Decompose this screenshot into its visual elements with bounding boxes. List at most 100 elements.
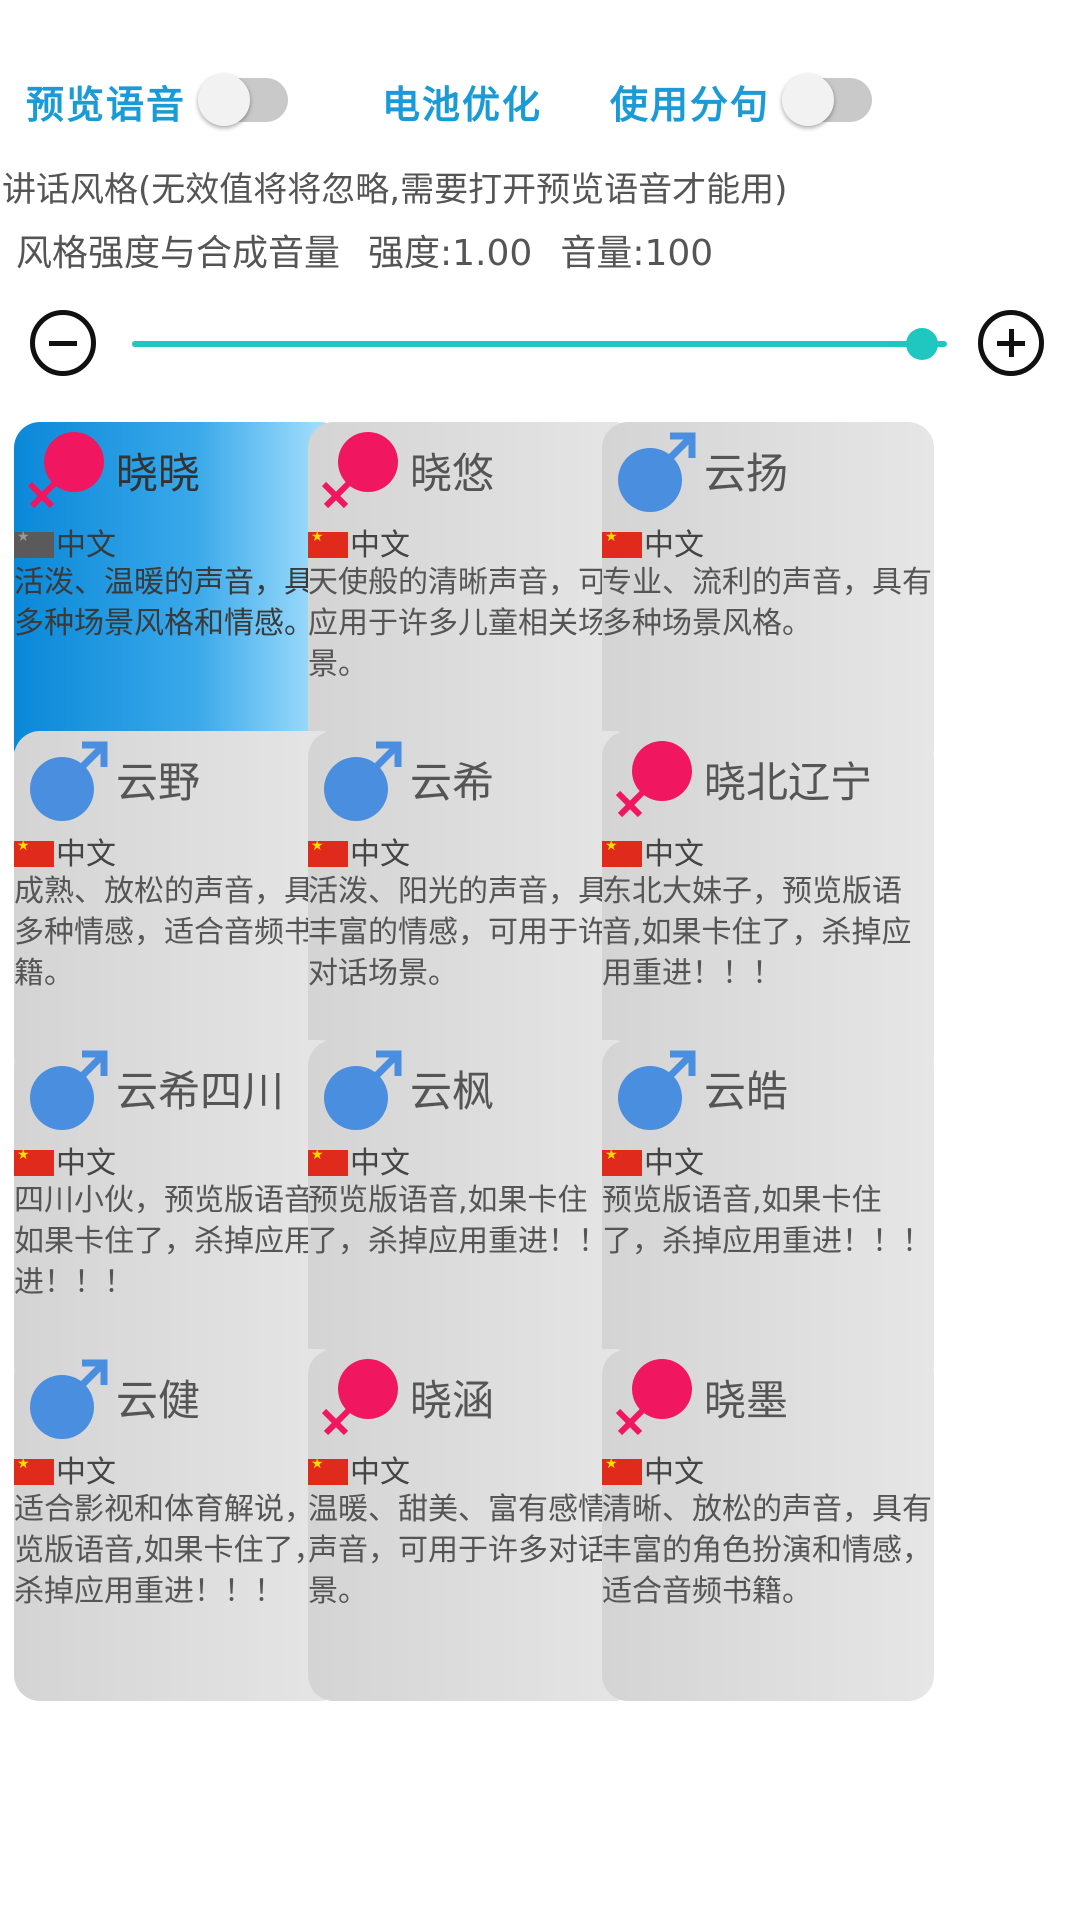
voice-language-text: 中文 [644,1146,704,1181]
toggle-knob [198,74,250,126]
male-icon [610,428,700,518]
preview-voice-label: 预览语音 [26,83,187,127]
voice-card[interactable]: 云希四川中文四川小伙，预览版语音,如果卡住了，杀掉应用重进！！！ [14,1040,346,1392]
female-icon [22,428,112,518]
china-flag-icon [14,1456,54,1485]
voice-language: 中文 [14,829,116,873]
voice-card[interactable]: 云野中文成熟、放松的声音，具有多种情感，适合音频书籍。 [14,731,346,1083]
voice-language-text: 中文 [644,1455,704,1490]
voice-language-text: 中文 [56,1455,116,1490]
voice-name: 云野 [116,758,201,807]
voice-name: 晓悠 [410,449,495,498]
decrease-button[interactable] [30,310,96,376]
voice-language: 中文 [602,520,704,564]
voice-description: 适合影视和体育解说，预览版语音,如果卡住了，杀掉应用重进！！！ [14,1492,344,1609]
strength-slider-thumb[interactable] [906,328,938,360]
female-icon [316,428,406,518]
strength-value: 强度:1.00 [368,233,533,274]
voice-language: 中文 [308,1138,410,1182]
male-icon [610,1046,700,1136]
strength-slider-row [0,310,1080,390]
top-options-bar: 预览语音 电池优化 使用分句 [0,60,1080,140]
voice-language-text: 中文 [56,1146,116,1181]
china-flag-icon [14,838,54,867]
voice-language-text: 中文 [644,528,704,563]
voice-description: 成熟、放松的声音，具有多种情感，适合音频书籍。 [14,874,344,991]
voice-language: 中文 [602,1138,704,1182]
female-icon [316,1355,406,1445]
voice-language-text: 中文 [56,528,116,563]
voice-card[interactable]: 晓悠中文天使般的清晰声音，可以应用于许多儿童相关场景。 [308,422,640,774]
voice-description: 清晰、放松的声音，具有丰富的角色扮演和情感，适合音频书籍。 [602,1492,932,1609]
voice-card[interactable]: 云枫中文预览版语音,如果卡住了，杀掉应用重进！！！ [308,1040,640,1392]
voice-name: 晓涵 [410,1376,495,1425]
voice-language-text: 中文 [56,837,116,872]
china-flag-icon [14,529,54,558]
voice-language: 中文 [308,520,410,564]
china-flag-icon [14,1147,54,1176]
voice-description: 活泼、温暖的声音，具有多种场景风格和情感。 [14,565,344,641]
voice-name: 云健 [116,1376,201,1425]
china-flag-icon [602,838,642,867]
voice-name: 云希四川 [116,1067,285,1116]
battery-optimization-button[interactable]: 电池优化 [382,74,542,129]
china-flag-icon [602,529,642,558]
voice-language-text: 中文 [350,837,410,872]
female-icon [610,1355,700,1445]
voice-name: 云希 [410,758,495,807]
voice-language: 中文 [14,520,116,564]
china-flag-icon [602,1456,642,1485]
male-icon [316,1046,406,1136]
china-flag-icon [602,1147,642,1176]
voice-language: 中文 [602,829,704,873]
male-icon [22,1046,112,1136]
voice-description: 天使般的清晰声音，可以应用于许多儿童相关场景。 [308,565,638,682]
voice-card[interactable]: 晓涵中文温暖、甜美、富有感情的声音，可用于许多对话场景。 [308,1349,640,1701]
voice-description: 预览版语音,如果卡住了，杀掉应用重进！！！ [602,1183,932,1259]
voice-language-text: 中文 [350,1455,410,1490]
voice-card[interactable]: 晓北辽宁中文东北大妹子，预览版语音,如果卡住了，杀掉应用重进！！！ [602,731,934,1083]
china-flag-icon [308,1147,348,1176]
voice-name: 云皓 [704,1067,789,1116]
male-icon [22,737,112,827]
voice-card[interactable]: 晓墨中文清晰、放松的声音，具有丰富的角色扮演和情感，适合音频书籍。 [602,1349,934,1701]
sentence-split-label: 使用分句 [610,83,771,127]
sentence-split-toggle[interactable] [782,74,872,126]
speaking-style-label[interactable]: 讲话风格(无效值将将忽略,需要打开预览语音才能用) [2,162,787,211]
voice-name: 晓晓 [116,449,201,498]
china-flag-icon [308,838,348,867]
voice-language: 中文 [14,1447,116,1491]
preview-voice-toggle[interactable] [198,74,288,126]
male-icon [316,737,406,827]
female-icon [610,737,700,827]
voice-language-text: 中文 [644,837,704,872]
volume-value: 音量:100 [560,233,714,274]
voice-language-text: 中文 [350,528,410,563]
voice-language: 中文 [602,1447,704,1491]
voice-description: 专业、流利的声音，具有多种场景风格。 [602,565,932,641]
increase-button[interactable] [978,310,1044,376]
china-flag-icon [308,1456,348,1485]
toggle-knob [782,74,834,126]
voice-name: 晓北辽宁 [704,758,873,807]
strength-slider-track[interactable] [132,341,947,347]
voice-language: 中文 [308,829,410,873]
voice-language-text: 中文 [350,1146,410,1181]
voice-name: 云枫 [410,1067,495,1116]
voice-card[interactable]: 晓晓中文活泼、温暖的声音，具有多种场景风格和情感。 [14,422,346,774]
voice-language: 中文 [14,1138,116,1182]
voice-card[interactable]: 云皓中文预览版语音,如果卡住了，杀掉应用重进！！！ [602,1040,934,1392]
strength-volume-label: 风格强度与合成音量 [16,233,341,274]
china-flag-icon [308,529,348,558]
voice-name: 晓墨 [704,1376,789,1425]
voice-card[interactable]: 云希中文活泼、阳光的声音，具有丰富的情感，可用于许多对话场景。 [308,731,640,1083]
voice-description: 四川小伙，预览版语音,如果卡住了，杀掉应用重进！！！ [14,1183,344,1300]
male-icon [22,1355,112,1445]
voice-card[interactable]: 云健中文适合影视和体育解说，预览版语音,如果卡住了，杀掉应用重进！！！ [14,1349,346,1701]
voice-description: 东北大妹子，预览版语音,如果卡住了，杀掉应用重进！！！ [602,874,912,991]
voice-name: 云扬 [704,449,789,498]
strength-volume-row: 风格强度与合成音量 强度:1.00 音量:100 [16,224,741,276]
voice-card[interactable]: 云扬中文专业、流利的声音，具有多种场景风格。 [602,422,934,774]
voice-description: 预览版语音,如果卡住了，杀掉应用重进！！！ [308,1183,638,1259]
voice-description: 温暖、甜美、富有感情的声音，可用于许多对话场景。 [308,1492,638,1609]
